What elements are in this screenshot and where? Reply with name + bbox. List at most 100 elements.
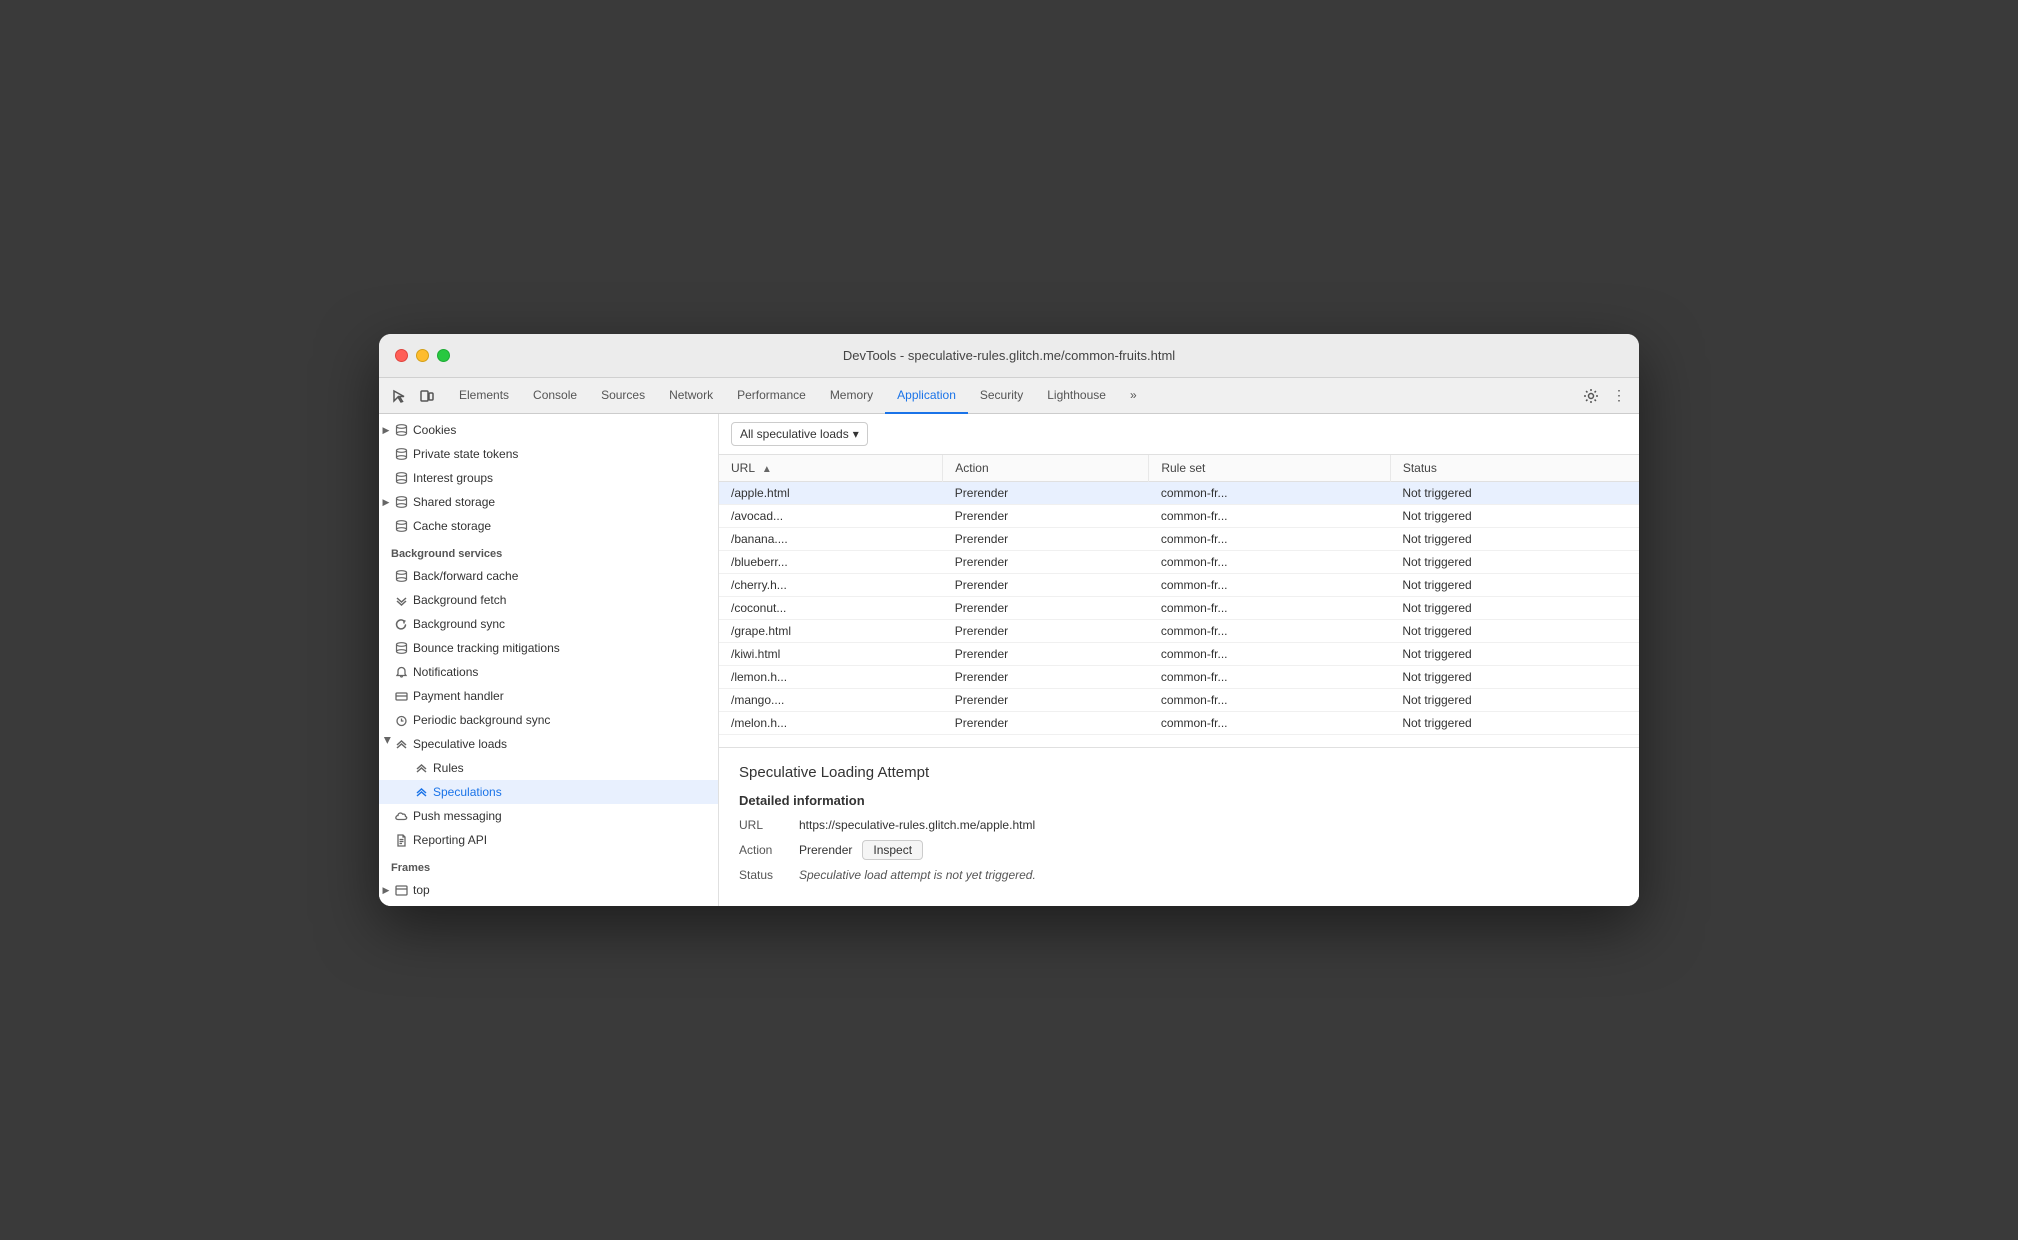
cell-ruleset: common-fr... xyxy=(1149,505,1391,528)
cell-status: Not triggered xyxy=(1390,505,1639,528)
cell-status: Not triggered xyxy=(1390,597,1639,620)
sidebar-item-rules[interactable]: ▶ Rules xyxy=(379,756,718,780)
sidebar-item-speculations[interactable]: ▶ Speculations xyxy=(379,780,718,804)
sidebar-label-interest-groups: Interest groups xyxy=(413,471,493,485)
table-row[interactable]: /blueberr... Prerender common-fr... Not … xyxy=(719,551,1639,574)
col-status: Status xyxy=(1390,455,1639,482)
table-row[interactable]: /lemon.h... Prerender common-fr... Not t… xyxy=(719,666,1639,689)
sidebar-label-top: top xyxy=(413,883,430,897)
sidebar-item-background-sync[interactable]: ▶ Background sync xyxy=(379,612,718,636)
cell-action: Prerender xyxy=(943,643,1149,666)
sidebar-item-bounce-tracking[interactable]: ▶ Bounce tracking mitigations xyxy=(379,636,718,660)
tab-elements[interactable]: Elements xyxy=(447,378,521,414)
tab-performance[interactable]: Performance xyxy=(725,378,818,414)
cell-url: /grape.html xyxy=(719,620,943,643)
detail-url-label: URL xyxy=(739,818,799,832)
speculations-table: URL ▲ Action Rule set Status xyxy=(719,455,1639,747)
minimize-button[interactable] xyxy=(416,349,429,362)
inspect-button[interactable]: Inspect xyxy=(862,840,923,860)
cylinder-icon-4 xyxy=(393,494,409,510)
cell-url: /apple.html xyxy=(719,482,943,505)
table-row[interactable]: /melon.h... Prerender common-fr... Not t… xyxy=(719,712,1639,735)
cell-url: /coconut... xyxy=(719,597,943,620)
sidebar-item-back-forward-cache[interactable]: ▶ Back/forward cache xyxy=(379,564,718,588)
sidebar-item-periodic-bg-sync[interactable]: ▶ Periodic background sync xyxy=(379,708,718,732)
sidebar-label-back-forward: Back/forward cache xyxy=(413,569,518,583)
sidebar-label-bg-sync: Background sync xyxy=(413,617,505,631)
cell-action: Prerender xyxy=(943,482,1149,505)
cell-status: Not triggered xyxy=(1390,551,1639,574)
cylinder-icon-6 xyxy=(393,568,409,584)
sidebar-item-interest-groups[interactable]: ▶ Interest groups xyxy=(379,466,718,490)
table-row[interactable]: /kiwi.html Prerender common-fr... Not tr… xyxy=(719,643,1639,666)
table-row[interactable]: /mango.... Prerender common-fr... Not tr… xyxy=(719,689,1639,712)
clock-icon xyxy=(393,712,409,728)
tab-security[interactable]: Security xyxy=(968,378,1035,414)
cell-ruleset: common-fr... xyxy=(1149,528,1391,551)
cell-action: Prerender xyxy=(943,551,1149,574)
table-row[interactable]: /grape.html Prerender common-fr... Not t… xyxy=(719,620,1639,643)
cylinder-icon xyxy=(393,422,409,438)
more-options-icon[interactable]: ⋮ xyxy=(1607,384,1631,408)
sidebar-label-reporting-api: Reporting API xyxy=(413,833,487,847)
cell-action: Prerender xyxy=(943,528,1149,551)
section-header-frames: Frames xyxy=(379,852,718,878)
cell-ruleset: common-fr... xyxy=(1149,712,1391,735)
detail-status-value: Speculative load attempt is not yet trig… xyxy=(799,868,1036,882)
cell-action: Prerender xyxy=(943,712,1149,735)
cell-url: /blueberr... xyxy=(719,551,943,574)
table-row[interactable]: /apple.html Prerender common-fr... Not t… xyxy=(719,482,1639,505)
select-element-icon[interactable] xyxy=(387,384,411,408)
tab-sources[interactable]: Sources xyxy=(589,378,657,414)
tab-memory[interactable]: Memory xyxy=(818,378,885,414)
col-ruleset: Rule set xyxy=(1149,455,1391,482)
sidebar-item-background-fetch[interactable]: ▶ Background fetch xyxy=(379,588,718,612)
sidebar-item-cache-storage[interactable]: ▶ Cache storage xyxy=(379,514,718,538)
sidebar-item-shared-storage[interactable]: ▶ Shared storage xyxy=(379,490,718,514)
sidebar-item-private-state-tokens[interactable]: ▶ Private state tokens xyxy=(379,442,718,466)
sidebar-label-push-messaging: Push messaging xyxy=(413,809,502,823)
cylinder-icon-2 xyxy=(393,446,409,462)
tab-lighthouse[interactable]: Lighthouse xyxy=(1035,378,1118,414)
table-row[interactable]: /avocad... Prerender common-fr... Not tr… xyxy=(719,505,1639,528)
sidebar-item-push-messaging[interactable]: ▶ Push messaging xyxy=(379,804,718,828)
cell-ruleset: common-fr... xyxy=(1149,620,1391,643)
sidebar-item-notifications[interactable]: ▶ Notifications xyxy=(379,660,718,684)
section-header-bg-services: Background services xyxy=(379,538,718,564)
sync-icon xyxy=(393,616,409,632)
cylinder-icon-3 xyxy=(393,470,409,486)
cell-status: Not triggered xyxy=(1390,620,1639,643)
sidebar-item-top-frame[interactable]: ▶ top xyxy=(379,878,718,902)
sidebar-item-reporting-api[interactable]: ▶ Reporting API xyxy=(379,828,718,852)
cell-url: /melon.h... xyxy=(719,712,943,735)
card-icon xyxy=(393,688,409,704)
doc-icon xyxy=(393,832,409,848)
tab-network[interactable]: Network xyxy=(657,378,725,414)
tab-application[interactable]: Application xyxy=(885,378,968,414)
sidebar-label-private-state: Private state tokens xyxy=(413,447,518,461)
table-row[interactable]: /cherry.h... Prerender common-fr... Not … xyxy=(719,574,1639,597)
tab-more[interactable]: » xyxy=(1118,378,1149,414)
sidebar-label-bg-fetch: Background fetch xyxy=(413,593,506,607)
sidebar-item-cookies[interactable]: ▶ Cookies xyxy=(379,418,718,442)
filter-dropdown[interactable]: All speculative loads ▾ xyxy=(731,422,868,446)
sidebar-item-payment-handler[interactable]: ▶ Payment handler xyxy=(379,684,718,708)
cell-url: /avocad... xyxy=(719,505,943,528)
device-toolbar-icon[interactable] xyxy=(415,384,439,408)
zoom-button[interactable] xyxy=(437,349,450,362)
detail-action-value: Prerender xyxy=(799,843,852,857)
tab-console[interactable]: Console xyxy=(521,378,589,414)
table-row[interactable]: /coconut... Prerender common-fr... Not t… xyxy=(719,597,1639,620)
devtools-window: DevTools - speculative-rules.glitch.me/c… xyxy=(379,334,1639,906)
cell-status: Not triggered xyxy=(1390,643,1639,666)
detail-subtitle: Detailed information xyxy=(739,793,1619,808)
sidebar-item-speculative-loads[interactable]: ▶ Speculative loads xyxy=(379,732,718,756)
col-url[interactable]: URL ▲ xyxy=(719,455,943,482)
title-bar: DevTools - speculative-rules.glitch.me/c… xyxy=(379,334,1639,378)
settings-icon[interactable] xyxy=(1579,384,1603,408)
sidebar: ▶ Cookies ▶ xyxy=(379,414,719,906)
close-button[interactable] xyxy=(395,349,408,362)
rules-icon xyxy=(413,760,429,776)
cell-ruleset: common-fr... xyxy=(1149,666,1391,689)
table-row[interactable]: /banana.... Prerender common-fr... Not t… xyxy=(719,528,1639,551)
